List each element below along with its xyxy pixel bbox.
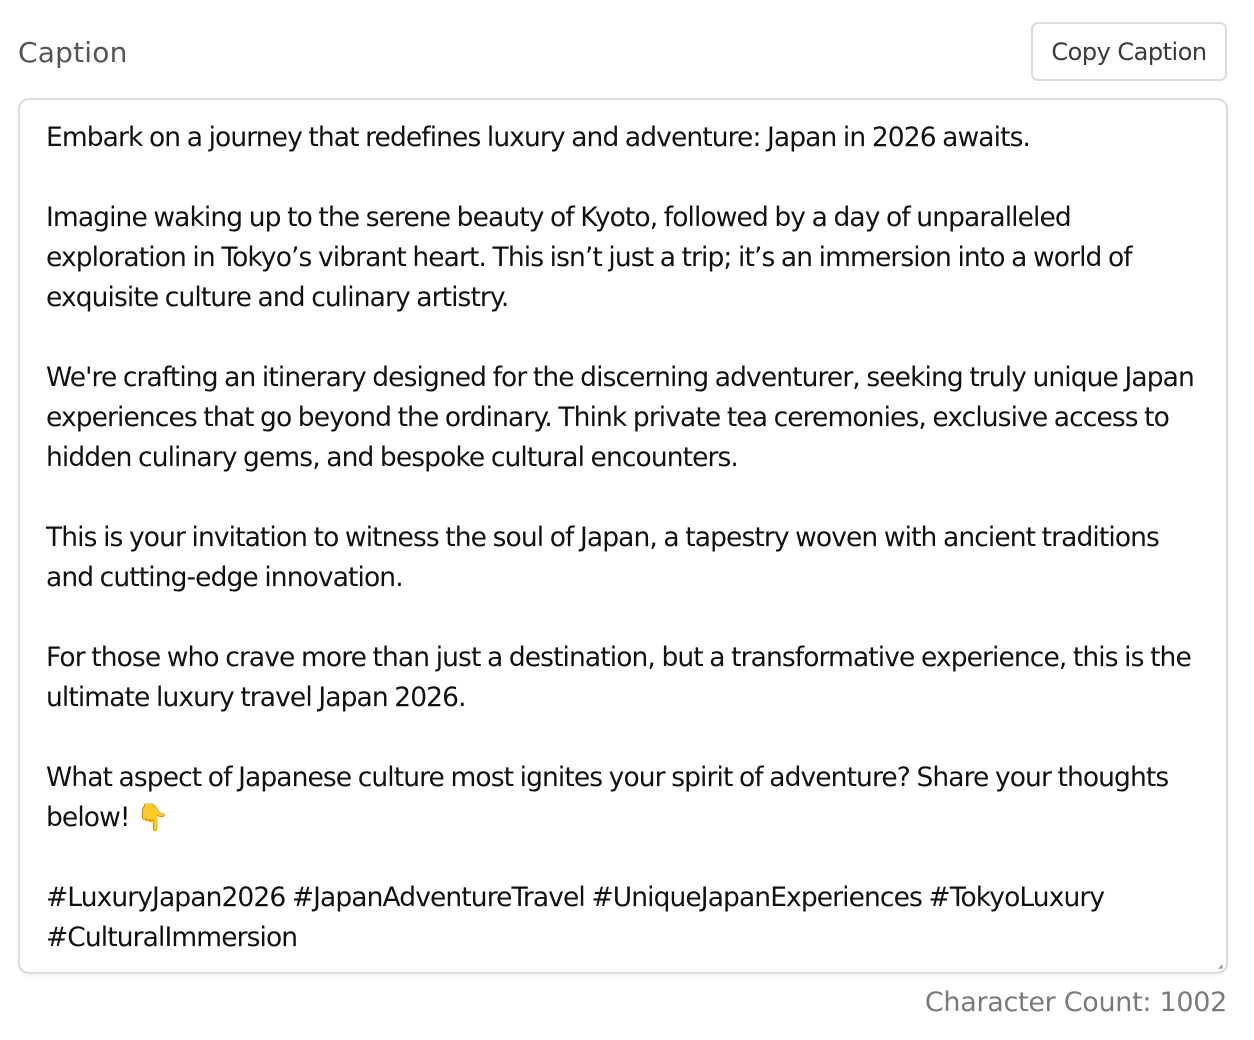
resize-handle-icon[interactable]: ◢	[1218, 964, 1224, 970]
character-count: Character Count: 1002	[924, 987, 1227, 1018]
caption-paragraph: For those who crave more than just a des…	[46, 642, 1192, 713]
caption-text[interactable]: Embark on a journey that redefines luxur…	[46, 118, 1204, 958]
caption-textarea[interactable]: Embark on a journey that redefines luxur…	[18, 98, 1228, 974]
caption-paragraph: Imagine waking up to the serene beauty o…	[46, 202, 1133, 313]
copy-caption-button[interactable]: Copy Caption	[1031, 22, 1227, 81]
caption-hashtags: #LuxuryJapan2026 #JapanAdventureTravel #…	[46, 882, 1105, 953]
caption-paragraph: This is your invitation to witness the s…	[46, 522, 1160, 593]
caption-paragraph: We're crafting an itinerary designed for…	[46, 362, 1195, 473]
caption-paragraph: Embark on a journey that redefines luxur…	[46, 122, 1031, 153]
caption-label: Caption	[18, 36, 128, 69]
caption-paragraph: What aspect of Japanese culture most ign…	[46, 762, 1169, 833]
